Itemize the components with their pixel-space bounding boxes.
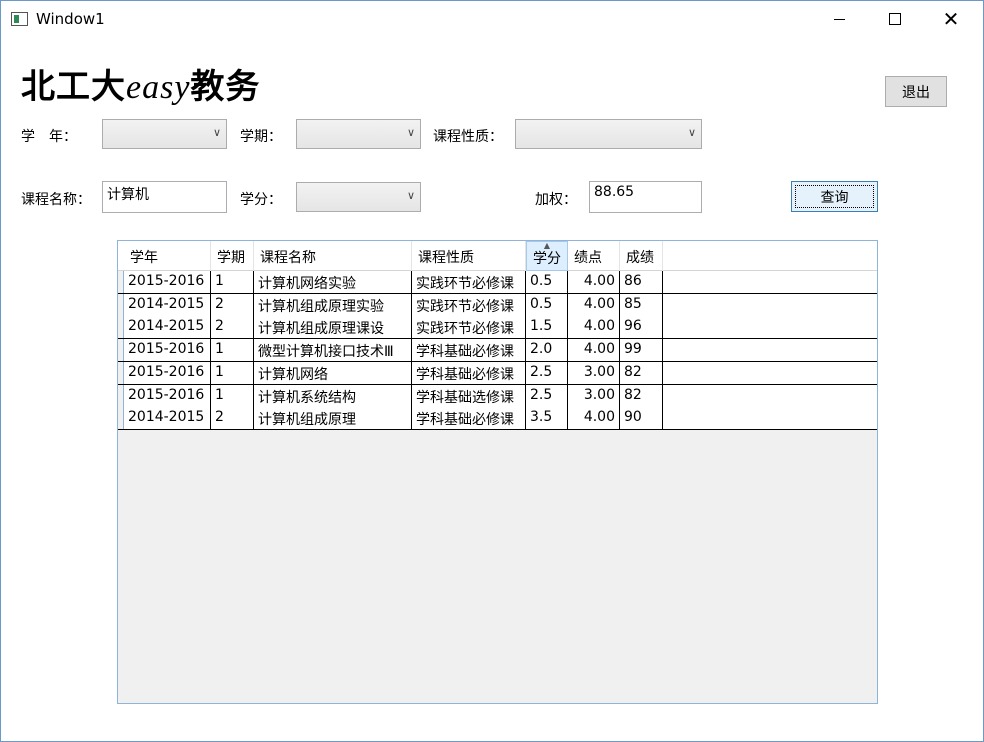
close-icon: ✕ xyxy=(942,7,960,31)
exit-button[interactable]: 退出 xyxy=(885,76,947,107)
table-cell[interactable]: 96 xyxy=(620,316,663,339)
focus-rectangle xyxy=(795,185,874,208)
table-cell[interactable]: 4.00 xyxy=(568,316,620,339)
table-row[interactable]: 2015-2016 1 计算机系统结构 学科基础选修课 2.5 3.00 82 xyxy=(118,384,877,408)
weighted-score-field[interactable]: 88.65 xyxy=(589,181,702,213)
chevron-down-icon: ∨ xyxy=(406,126,415,139)
course-name-input[interactable]: 计算机 xyxy=(102,181,227,213)
logo-main: 北工大 xyxy=(21,67,126,107)
table-cell[interactable]: 0.5 xyxy=(526,271,568,293)
table-cell[interactable]: 学科基础选修课 xyxy=(412,384,526,407)
table-cell[interactable]: 实践环节必修课 xyxy=(412,316,526,339)
year-label: 学 年： xyxy=(21,129,77,145)
table-row[interactable]: 2014-2015 2 计算机组成原理 学科基础必修课 3.5 4.00 90 xyxy=(118,407,877,431)
table-cell[interactable]: 2015-2016 xyxy=(124,384,211,407)
table-cell[interactable]: 学科基础必修课 xyxy=(412,407,526,430)
course-name-label: 课程名称： xyxy=(21,192,91,208)
table-cell[interactable]: 3.00 xyxy=(568,361,620,384)
main-window: Window1 ✕ 北工大easy教务 退出 学 年： ∨ 学期： ∨ 课程性质… xyxy=(0,0,984,742)
table-cell[interactable]: 实践环节必修课 xyxy=(412,271,526,293)
column-header[interactable]: 成绩 xyxy=(620,241,663,271)
close-button[interactable]: ✕ xyxy=(923,1,979,37)
query-button[interactable]: 查询 xyxy=(791,181,878,212)
table-cell[interactable]: 2.0 xyxy=(526,339,568,362)
app-icon xyxy=(11,12,28,26)
column-header[interactable]: 绩点 xyxy=(568,241,620,271)
table-cell[interactable]: 1 xyxy=(211,361,254,384)
table-cell[interactable]: 计算机系统结构 xyxy=(254,384,412,407)
logo-easy: easy xyxy=(126,69,191,106)
chevron-down-icon: ∨ xyxy=(687,126,696,139)
title-bar: Window1 ✕ xyxy=(1,1,983,37)
table-cell[interactable]: 86 xyxy=(620,271,663,293)
table-cell[interactable]: 90 xyxy=(620,407,663,430)
table-cell[interactable]: 4.00 xyxy=(568,339,620,362)
table-cell[interactable]: 学科基础必修课 xyxy=(412,339,526,362)
chevron-down-icon: ∨ xyxy=(406,189,415,202)
weighted-label: 加权： xyxy=(535,192,577,208)
window-title: Window1 xyxy=(36,10,105,28)
table-cell[interactable]: 1 xyxy=(211,271,254,293)
table-cell[interactable]: 3.00 xyxy=(568,384,620,407)
table-cell[interactable]: 2015-2016 xyxy=(124,361,211,384)
column-header[interactable]: 课程性质 xyxy=(412,241,526,271)
table-cell[interactable]: 1.5 xyxy=(526,316,568,339)
table-cell[interactable]: 4.00 xyxy=(568,407,620,430)
table-cell[interactable]: 2014-2015 xyxy=(124,293,211,316)
logo-suffix: 教务 xyxy=(190,67,261,107)
column-header[interactable]: 学年 xyxy=(124,241,211,271)
table-cell[interactable]: 99 xyxy=(620,339,663,362)
table-cell[interactable]: 学科基础必修课 xyxy=(412,361,526,384)
table-cell[interactable]: 2.5 xyxy=(526,361,568,384)
course-nature-combobox[interactable]: ∨ xyxy=(515,119,702,149)
sort-ascending-icon: ▲ xyxy=(543,241,551,250)
table-row[interactable]: 2014-2015 2 计算机组成原理课设 实践环节必修课 1.5 4.00 96 xyxy=(118,316,877,340)
column-header[interactable]: 学分 ▲ xyxy=(526,241,568,271)
table-cell[interactable]: 85 xyxy=(620,293,663,316)
column-header[interactable]: 学期 xyxy=(211,241,254,271)
table-cell[interactable]: 2 xyxy=(211,293,254,316)
credit-combobox[interactable]: ∨ xyxy=(296,182,421,212)
table-row[interactable]: 2015-2016 1 微型计算机接口技术Ⅲ 学科基础必修课 2.0 4.00 99 xyxy=(118,339,877,363)
grid-header: 学年 学期 课程名称 课程性质 学分 ▲ 绩点 成绩 xyxy=(118,241,877,271)
table-cell[interactable]: 0.5 xyxy=(526,293,568,316)
table-row[interactable]: 2014-2015 2 计算机组成原理实验 实践环节必修课 0.5 4.00 85 xyxy=(118,293,877,317)
table-cell[interactable]: 2 xyxy=(211,407,254,430)
table-cell[interactable]: 计算机网络实验 xyxy=(254,271,412,293)
table-cell[interactable]: 微型计算机接口技术Ⅲ xyxy=(254,339,412,362)
table-cell[interactable]: 2014-2015 xyxy=(124,316,211,339)
term-label: 学期： xyxy=(240,129,282,145)
table-cell[interactable]: 1 xyxy=(211,384,254,407)
course-nature-label: 课程性质： xyxy=(433,129,503,145)
table-cell[interactable]: 实践环节必修课 xyxy=(412,293,526,316)
grades-datagrid[interactable]: 学年 学期 课程名称 课程性质 学分 ▲ 绩点 成绩 2015-2016 1 计算机网络实验 实践环… xyxy=(117,240,878,704)
table-cell[interactable]: 2015-2016 xyxy=(124,271,211,293)
table-cell[interactable]: 计算机网络 xyxy=(254,361,412,384)
minimize-button[interactable] xyxy=(811,1,867,37)
table-cell[interactable]: 82 xyxy=(620,361,663,384)
table-cell[interactable]: 2015-2016 xyxy=(124,339,211,362)
table-cell[interactable]: 2014-2015 xyxy=(124,407,211,430)
table-cell[interactable]: 2.5 xyxy=(526,384,568,407)
term-combobox[interactable]: ∨ xyxy=(296,119,421,149)
table-cell[interactable]: 计算机组成原理 xyxy=(254,407,412,430)
table-cell[interactable]: 计算机组成原理课设 xyxy=(254,316,412,339)
year-combobox[interactable]: ∨ xyxy=(102,119,227,149)
app-logo: 北工大easy教务 xyxy=(21,59,261,107)
table-row[interactable]: 2015-2016 1 计算机网络 学科基础必修课 2.5 3.00 82 xyxy=(118,361,877,385)
table-cell[interactable]: 计算机组成原理实验 xyxy=(254,293,412,316)
table-cell[interactable]: 4.00 xyxy=(568,293,620,316)
chevron-down-icon: ∨ xyxy=(212,126,221,139)
table-cell[interactable]: 82 xyxy=(620,384,663,407)
table-cell[interactable]: 3.5 xyxy=(526,407,568,430)
maximize-icon xyxy=(889,13,901,25)
maximize-button[interactable] xyxy=(867,1,923,37)
table-row[interactable]: 2015-2016 1 计算机网络实验 实践环节必修课 0.5 4.00 86 xyxy=(118,271,877,294)
minimize-icon xyxy=(833,18,845,20)
column-header[interactable]: 课程名称 xyxy=(254,241,412,271)
table-cell[interactable]: 2 xyxy=(211,316,254,339)
table-cell[interactable]: 4.00 xyxy=(568,271,620,293)
credit-label: 学分： xyxy=(240,192,282,208)
table-cell[interactable]: 1 xyxy=(211,339,254,362)
